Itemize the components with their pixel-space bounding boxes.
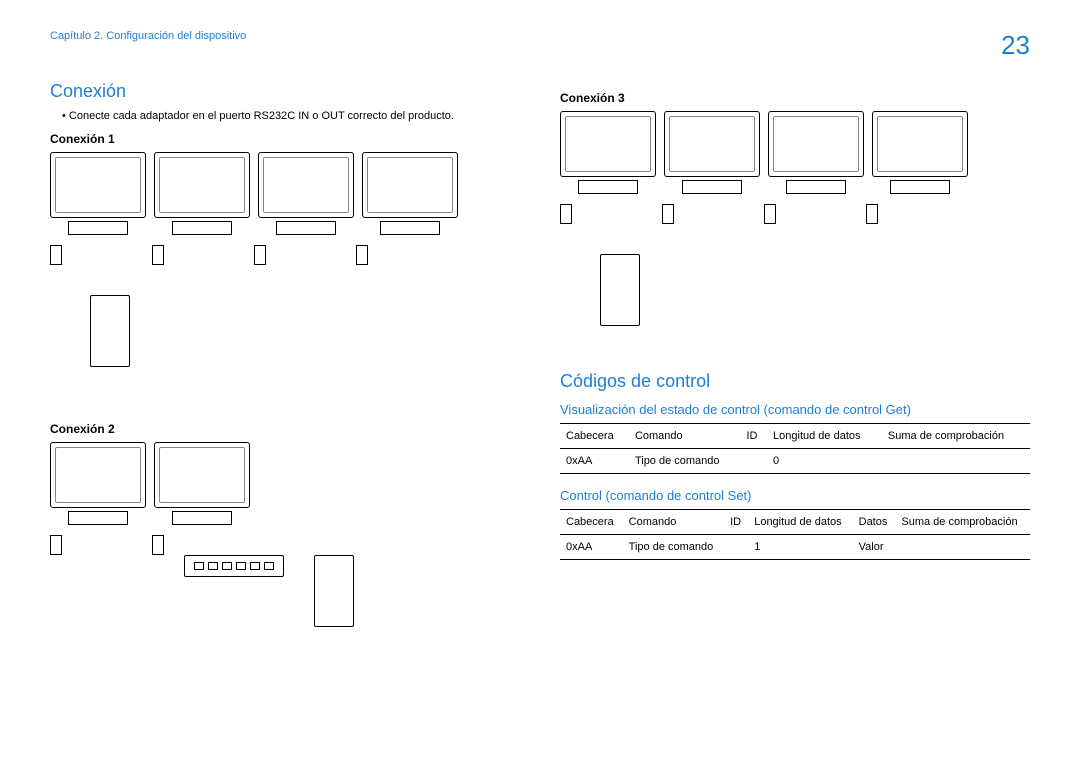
th-datos: Datos xyxy=(853,510,896,535)
table-set: Cabecera Comando ID Longitud de datos Da… xyxy=(560,509,1030,560)
diagram-conexion2 xyxy=(50,442,520,632)
th-longitud: Longitud de datos xyxy=(748,510,852,535)
subheading-conexion1: Conexión 1 xyxy=(50,132,520,146)
td-id xyxy=(740,449,767,474)
td-cabecera: 0xAA xyxy=(560,535,623,560)
td-cabecera: 0xAA xyxy=(560,449,629,474)
diagram-conexion1 xyxy=(50,152,520,412)
td-comando: Tipo de comando xyxy=(629,449,741,474)
td-suma xyxy=(882,449,1030,474)
td-id xyxy=(724,535,748,560)
subtitle-set: Control (comando de control Set) xyxy=(560,488,1030,503)
subheading-conexion3: Conexión 3 xyxy=(560,91,1030,105)
th-comando: Comando xyxy=(629,424,741,449)
th-suma: Suma de comprobación xyxy=(895,510,1030,535)
td-longitud: 1 xyxy=(748,535,852,560)
th-cabecera: Cabecera xyxy=(560,510,623,535)
th-id: ID xyxy=(740,424,767,449)
diagram-conexion3 xyxy=(560,111,1030,371)
section-title-conexion: Conexión xyxy=(50,81,520,102)
page-number: 23 xyxy=(1001,30,1030,61)
bullet-instruction: Conecte cada adaptador en el puerto RS23… xyxy=(62,110,520,122)
chapter-title: Capítulo 2. Configuración del dispositiv… xyxy=(50,30,246,42)
section-title-codigos: Códigos de control xyxy=(560,371,1030,392)
th-suma: Suma de comprobación xyxy=(882,424,1030,449)
td-datos: Valor xyxy=(853,535,896,560)
th-id: ID xyxy=(724,510,748,535)
table-get: Cabecera Comando ID Longitud de datos Su… xyxy=(560,423,1030,474)
th-comando: Comando xyxy=(623,510,724,535)
th-longitud: Longitud de datos xyxy=(767,424,882,449)
td-comando: Tipo de comando xyxy=(623,535,724,560)
subtitle-get: Visualización del estado de control (com… xyxy=(560,402,1030,417)
td-longitud: 0 xyxy=(767,449,882,474)
td-suma xyxy=(895,535,1030,560)
subheading-conexion2: Conexión 2 xyxy=(50,422,520,436)
th-cabecera: Cabecera xyxy=(560,424,629,449)
